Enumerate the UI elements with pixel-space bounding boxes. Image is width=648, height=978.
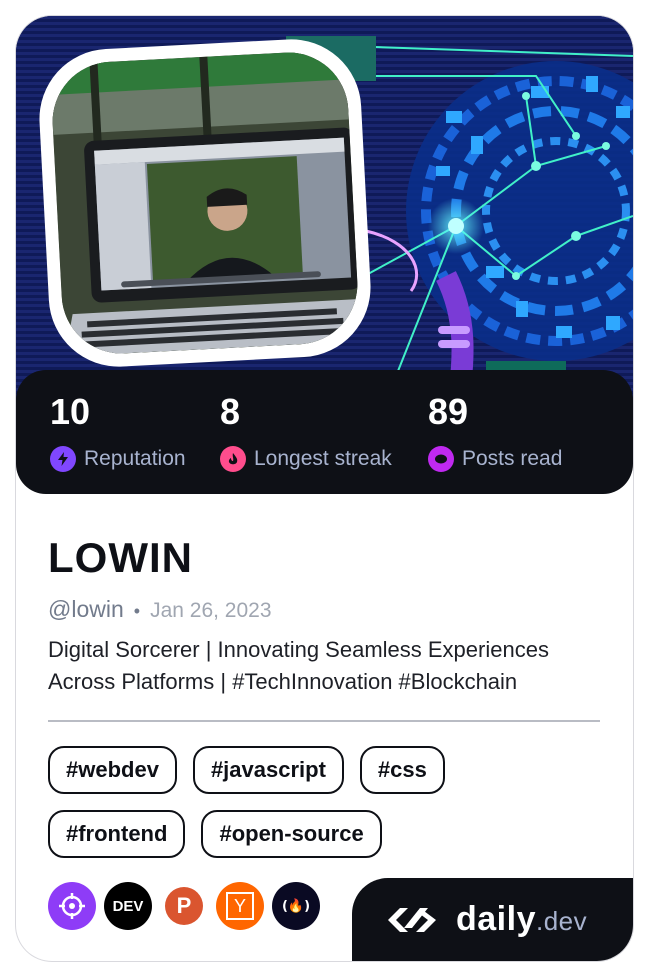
stat-value: 8 — [220, 391, 241, 432]
profile-name: LOWIN — [48, 534, 193, 581]
stat-longest-streak: 8 Longest streak — [220, 392, 392, 472]
crosshair-icon[interactable] — [48, 882, 96, 930]
profile-bio: Digital Sorcerer | Innovating Seamless E… — [48, 634, 618, 698]
dev-icon[interactable]: DEV — [104, 882, 152, 930]
brand-wordmark: daily.dev — [456, 900, 588, 938]
stat-reputation: 10 Reputation — [50, 392, 186, 472]
hacker-news-icon[interactable]: Y — [216, 882, 264, 930]
lightning-icon — [50, 446, 76, 472]
profile-meta: @lowin • Jan 26, 2023 — [48, 596, 272, 623]
divider — [48, 720, 600, 722]
join-date: Jan 26, 2023 — [150, 599, 272, 622]
avatar-frame — [35, 35, 375, 371]
stat-label: Longest streak — [254, 447, 392, 470]
meta-separator: • — [133, 601, 141, 621]
stats-bar: 10 Reputation 8 Longest streak 89 Posts … — [16, 370, 633, 494]
bio-line: Across Platforms | #TechInnovation #Bloc… — [48, 669, 518, 694]
profile-handle[interactable]: @lowin — [48, 596, 124, 623]
devcard: 10 Reputation 8 Longest streak 89 Posts … — [16, 16, 633, 961]
tag-css[interactable]: #css — [359, 746, 445, 794]
tag-javascript[interactable]: #javascript — [192, 746, 344, 794]
flame-icon — [220, 446, 246, 472]
avatar-photo — [49, 49, 361, 357]
cover-banner — [16, 16, 633, 416]
stat-value: 10 — [50, 391, 91, 432]
tag-frontend[interactable]: #frontend — [48, 810, 186, 858]
tag-open-source[interactable]: #open-source — [201, 810, 382, 858]
stat-value: 89 — [428, 391, 469, 432]
daily-dev-logo: daily.dev — [352, 878, 633, 961]
eye-ring-icon — [428, 446, 454, 472]
bio-line: Digital Sorcerer | Innovating Seamless E… — [48, 637, 549, 662]
freecodecamp-icon[interactable]: (🔥) — [272, 882, 320, 930]
daily-dev-mark-icon — [388, 907, 436, 932]
product-hunt-icon[interactable]: P — [160, 882, 208, 930]
stat-label: Posts read — [462, 447, 563, 470]
avatar[interactable] — [49, 49, 361, 357]
tag-webdev[interactable]: #webdev — [48, 746, 177, 794]
social-links: DEV P Y (🔥) — [48, 882, 320, 930]
stat-label: Reputation — [84, 447, 186, 470]
tag-list: #webdev #javascript #css #frontend #open… — [48, 746, 608, 874]
stat-posts-read: 89 Posts read — [428, 392, 562, 472]
